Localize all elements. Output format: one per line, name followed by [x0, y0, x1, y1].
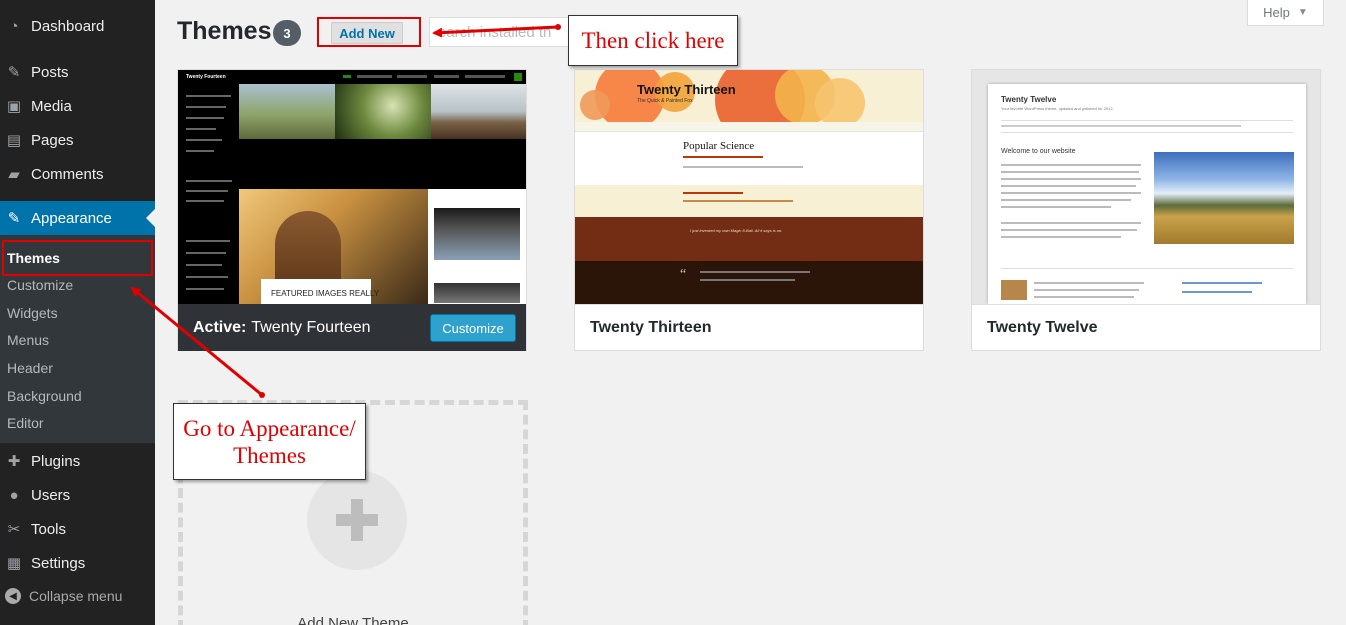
go-to-line2: Themes — [233, 443, 306, 468]
annotation-arrows — [130, 24, 561, 398]
go-to-appearance-callout: Go to Appearance/ Themes — [173, 403, 366, 480]
then-click-here-callout: Then click here — [568, 15, 738, 66]
then-click-text: Then click here — [581, 28, 725, 53]
go-to-line1: Go to Appearance/ — [183, 416, 356, 441]
